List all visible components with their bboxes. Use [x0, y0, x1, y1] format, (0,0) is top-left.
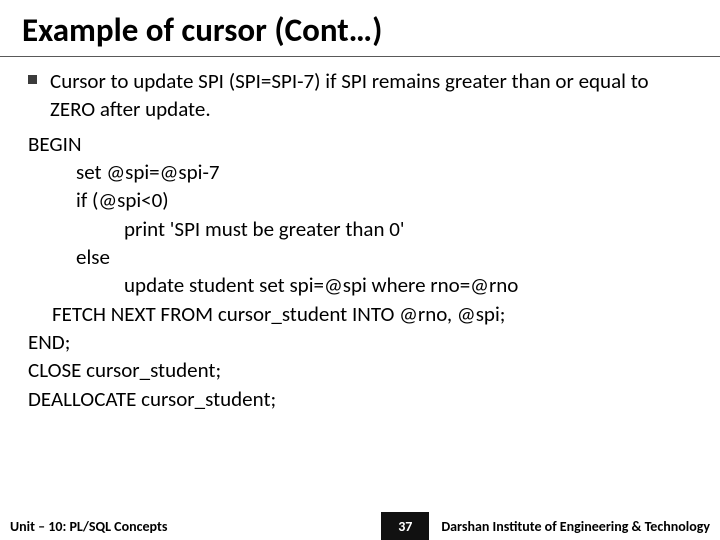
code-line: CLOSE cursor_student; [28, 356, 692, 384]
slide: Example of cursor (Cont…) Cursor to upda… [0, 0, 720, 540]
code-line: else [28, 243, 692, 271]
code-line: BEGIN [28, 130, 692, 158]
footer-left: Unit – 10: PL/SQL Concepts [0, 518, 167, 535]
code-line: END; [28, 328, 692, 356]
page-number: 37 [381, 512, 429, 540]
footer-right: Darshan Institute of Engineering & Techn… [441, 518, 720, 535]
bullet-square-icon [28, 75, 37, 84]
code-line: update student set spi=@spi where rno=@r… [28, 271, 692, 299]
code-line: print 'SPI must be greater than 0' [28, 215, 692, 243]
code-line: DEALLOCATE cursor_student; [28, 385, 692, 413]
code-block: BEGIN set @spi=@spi-7 if (@spi<0) print … [28, 130, 692, 413]
code-line: if (@spi<0) [28, 186, 692, 214]
bullet-item: Cursor to update SPI (SPI=SPI-7) if SPI … [28, 67, 692, 124]
code-line: set @spi=@spi-7 [28, 158, 692, 186]
bullet-text: Cursor to update SPI (SPI=SPI-7) if SPI … [50, 68, 649, 122]
code-line: FETCH NEXT FROM cursor_student INTO @rno… [28, 300, 692, 328]
slide-body: Cursor to update SPI (SPI=SPI-7) if SPI … [0, 57, 720, 413]
footer: Unit – 10: PL/SQL Concepts 37 Darshan In… [0, 512, 720, 540]
slide-title: Example of cursor (Cont…) [0, 0, 720, 57]
